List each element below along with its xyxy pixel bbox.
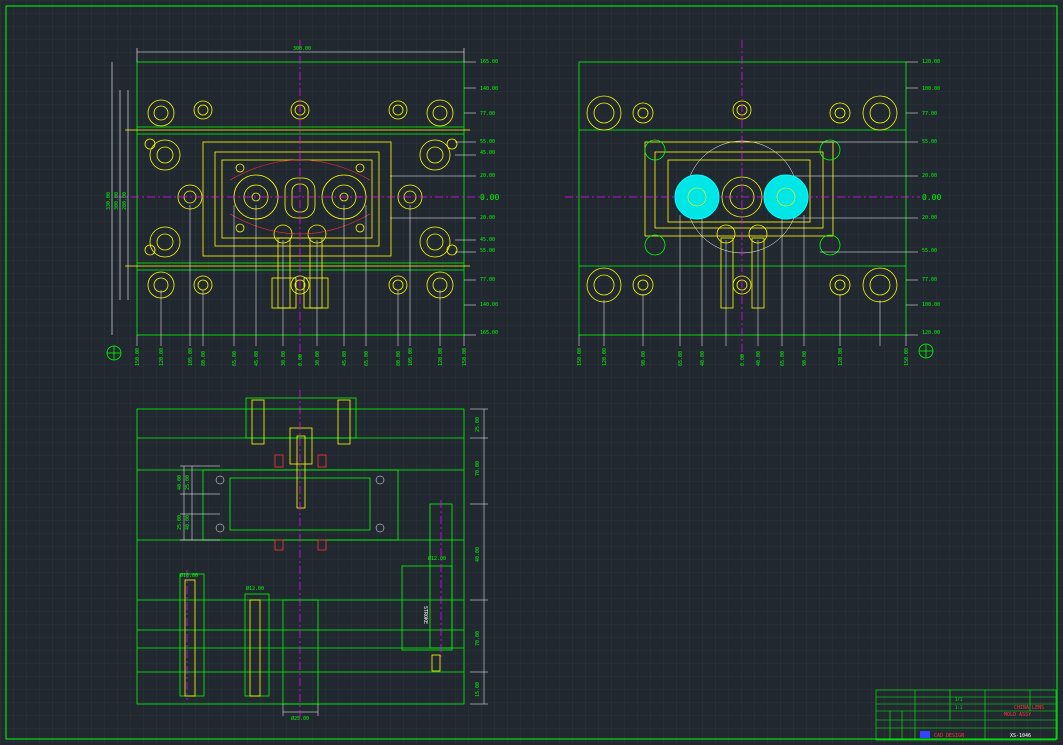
sv-left-dim: 40.00 (185, 515, 191, 530)
tl-bottom-ordinate: 150.00 (135, 348, 141, 366)
tl-right-ordinate: 140.00 (480, 302, 498, 308)
sv-left-dim: 25.00 (185, 475, 191, 490)
sv-left-dim: 25.00 (177, 515, 183, 530)
tl-right-ordinate: 55.00 (480, 139, 495, 145)
tr-bottom-ordinate: 90.00 (802, 351, 808, 366)
tl-right-ordinate: 20.00 (480, 215, 495, 221)
tl-right-ordinate: 165.00 (480, 59, 498, 65)
tl-right-ordinate: 165.00 (480, 330, 498, 336)
sv-bottom-dim: Ø25.00 (291, 715, 309, 722)
tr-bottom-ordinate: 90.00 (641, 351, 647, 366)
tr-right-ordinate: 20.00 (922, 215, 937, 221)
sv-right-dim: 70.00 (475, 631, 481, 646)
tl-bottom-ordinate: 0.00 (298, 354, 304, 366)
tl-left-dim: 280.00 (122, 192, 128, 210)
tr-right-ordinate: 20.00 (922, 173, 937, 179)
tl-bottom-ordinate: 80.00 (201, 351, 207, 366)
tr-right-ordinate: 100.00 (922, 302, 940, 308)
tl-left-dim: 300.00 (114, 192, 120, 210)
tl-width-dim: 300.00 (293, 46, 311, 52)
tr-origin-label: 0.00 (922, 193, 941, 202)
cad-drawing-canvas[interactable]: 300.00 165.00 140.00 77.00 55.00 45.00 2… (0, 0, 1063, 745)
company-logo-icon (920, 731, 930, 738)
sv-right-dim: 70.00 (475, 461, 481, 476)
tl-origin-label: 0.00 (480, 193, 499, 202)
tl-left-dim: 330.00 (106, 192, 112, 210)
tl-bottom-ordinate: 80.00 (396, 351, 402, 366)
customer-name: CHINA LENS (1014, 705, 1044, 711)
tr-bottom-ordinate: 40.00 (756, 351, 762, 366)
sv-right-dim: 15.00 (475, 682, 481, 697)
tr-right-ordinate: 55.00 (922, 139, 937, 145)
sv-pin-dim: Ø12.00 (428, 555, 446, 562)
tl-bottom-ordinate: 120.00 (438, 348, 444, 366)
tl-bottom-ordinate: 105.00 (188, 348, 194, 366)
tr-bottom-ordinate: 65.00 (780, 351, 786, 366)
tl-right-ordinate: 140.00 (480, 86, 498, 92)
drawing-scale: 1:1 (955, 705, 963, 710)
company-name: CAD DESIGN (934, 733, 964, 739)
tl-right-ordinate: 45.00 (480, 150, 495, 156)
sheet-no: 1/1 (955, 697, 963, 702)
sv-left-dim: 40.00 (177, 475, 183, 490)
tl-bottom-ordinate: 105.00 (408, 348, 414, 366)
tl-bottom-ordinate: 45.00 (254, 351, 260, 366)
tl-bottom-ordinate: 65.00 (232, 351, 238, 366)
tr-right-ordinate: 77.00 (922, 111, 937, 117)
tr-bottom-ordinate: 150.00 (577, 348, 583, 366)
sv-pin-dim: Ø16.00 (180, 572, 198, 579)
tl-bottom-ordinate: 65.00 (364, 351, 370, 366)
tl-bottom-ordinate: 30.00 (281, 351, 287, 366)
part-name: MOLD ASSY (1004, 712, 1031, 718)
stroke-label: STROKE (422, 606, 428, 624)
drawing-number: XS-1046 (1010, 733, 1031, 739)
tl-right-ordinate: 55.00 (480, 248, 495, 254)
tr-right-ordinate: 100.00 (922, 86, 940, 92)
tr-bottom-ordinate: 120.00 (838, 348, 844, 366)
tr-right-ordinate: 55.00 (922, 248, 937, 254)
tr-bottom-ordinate: 0.00 (740, 354, 746, 366)
tl-right-ordinate: 77.00 (480, 111, 495, 117)
tl-right-ordinate: 20.00 (480, 173, 495, 179)
tr-bottom-ordinate: 150.00 (904, 348, 910, 366)
sv-right-dim: 25.00 (475, 417, 481, 432)
tr-right-ordinate: 120.00 (922, 330, 940, 336)
tl-bottom-ordinate: 120.00 (159, 348, 165, 366)
tl-bottom-ordinate: 45.00 (342, 351, 348, 366)
tr-bottom-ordinate: 65.00 (678, 351, 684, 366)
tl-right-ordinate: 45.00 (480, 237, 495, 243)
tl-bottom-ordinate: 150.00 (462, 348, 468, 366)
tr-right-ordinate: 120.00 (922, 59, 940, 65)
tl-right-ordinate: 77.00 (480, 277, 495, 283)
tl-bottom-ordinate: 30.00 (315, 351, 321, 366)
tr-right-ordinate: 77.00 (922, 277, 937, 283)
sv-pin-dim: Ø12.00 (246, 585, 264, 592)
sv-right-dim: 40.00 (475, 547, 481, 562)
tr-bottom-ordinate: 120.00 (602, 348, 608, 366)
tr-bottom-ordinate: 40.00 (700, 351, 706, 366)
